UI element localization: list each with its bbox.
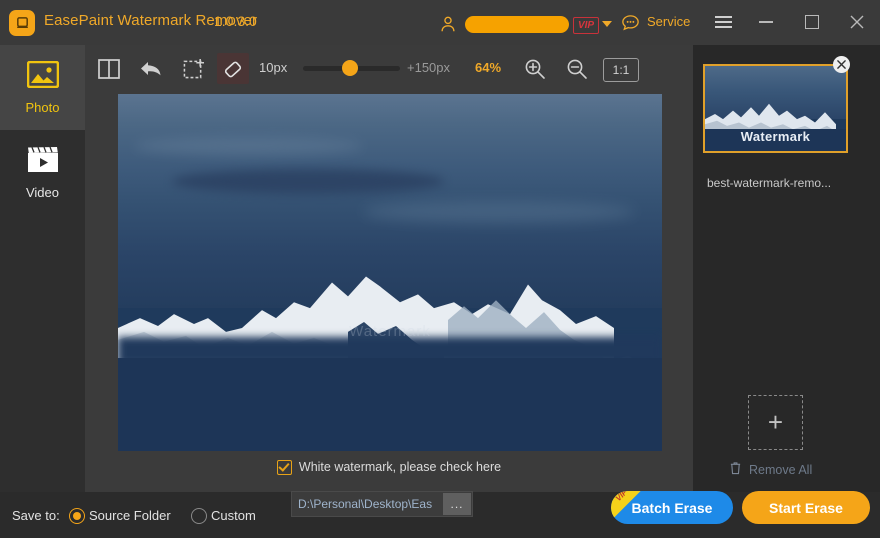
canvas-area: Watermark White watermark, please check … [85,92,693,492]
eraser-icon[interactable] [217,53,249,84]
brush-size-min-label: 10px [259,60,288,75]
sidebar-item-video[interactable]: Video [0,130,85,215]
slider-thumb[interactable] [342,60,358,76]
crop-select-icon[interactable] [177,53,209,84]
sidebar-item-photo[interactable]: Photo [0,45,85,130]
photo-cloud [134,136,363,155]
split-view-icon[interactable] [93,53,125,84]
save-path-field[interactable]: D:\Personal\Desktop\Eas ... [291,491,473,517]
radio-source-folder-label[interactable]: Source Folder [89,508,171,523]
remove-all-button[interactable]: Remove All [729,461,812,478]
radio-custom-label[interactable]: Custom [211,508,256,523]
brush-size-slider[interactable] [303,60,400,76]
hamburger-menu-icon[interactable] [708,8,738,36]
app-logo-icon [9,10,35,36]
account-name-pill[interactable] [465,16,569,33]
zoom-out-icon[interactable] [561,53,593,84]
sidebar-item-label: Photo [25,99,60,115]
vip-ribbon-label: VIP [613,491,630,504]
video-clapperboard-icon [27,146,59,178]
file-list-panel: Watermark best-watermark-remo... + Remov… [693,45,880,492]
browse-button[interactable]: ... [443,493,471,515]
vip-badge[interactable]: VIP [573,17,599,34]
toolbar: 10px +150px 64% 1:1 [85,45,693,92]
undo-arrow-icon[interactable] [135,53,167,84]
thumbnail-filename: best-watermark-remo... [707,176,832,190]
file-thumbnail[interactable]: Watermark [703,64,848,153]
trash-icon [729,461,742,478]
batch-erase-label: Batch Erase [631,499,713,516]
white-watermark-label: White watermark, please check here [298,460,502,474]
thumbnail-mountains [705,103,838,133]
title-bar: EasePaint Watermark Remover 1.0.3.0 VIP … [0,0,880,45]
photo-cloud [362,201,635,223]
service-label[interactable]: Service [647,14,690,29]
app-version: 1.0.3.0 [214,13,257,29]
add-file-button[interactable]: + [748,395,803,450]
user-icon[interactable] [439,15,457,33]
actual-size-button[interactable]: 1:1 [603,58,639,82]
thumbnail-wrapper: Watermark best-watermark-remo... [703,56,850,190]
zoom-in-icon[interactable] [519,53,551,84]
close-icon[interactable] [842,8,872,36]
start-erase-button[interactable]: Start Erase [742,491,870,524]
app-window: EasePaint Watermark Remover 1.0.3.0 VIP … [0,0,880,538]
radio-custom[interactable] [191,508,207,524]
chat-bubble-icon[interactable] [620,13,641,34]
radio-source-folder[interactable] [69,508,85,524]
chevron-down-icon[interactable] [602,21,612,27]
photo-preview[interactable]: Watermark [118,94,662,451]
plus-icon: + [767,407,784,437]
sidebar: Photo Video [0,45,85,492]
save-path-value: D:\Personal\Desktop\Eas [298,497,433,511]
photo-watermark-text: Watermark [349,323,431,341]
photo-cloud [172,168,445,194]
white-watermark-checkbox-row[interactable]: White watermark, please check here [85,454,693,480]
remove-all-label: Remove All [749,462,813,477]
save-to-label: Save to: [12,508,60,523]
zoom-level-label: 64% [475,60,502,75]
photo-icon [26,60,59,93]
maximize-icon[interactable] [797,8,827,36]
photo-foreground [118,358,662,451]
remove-thumbnail-close-icon[interactable] [833,56,850,73]
white-watermark-checkbox[interactable] [276,459,292,475]
batch-erase-button[interactable]: VIP Batch Erase [611,491,733,524]
brush-size-max-label: +150px [407,60,451,75]
minimize-icon[interactable] [751,8,781,36]
thumbnail-watermark-text: Watermark [740,129,811,145]
start-erase-label: Start Erase [769,499,843,516]
sidebar-item-label: Video [25,184,59,200]
